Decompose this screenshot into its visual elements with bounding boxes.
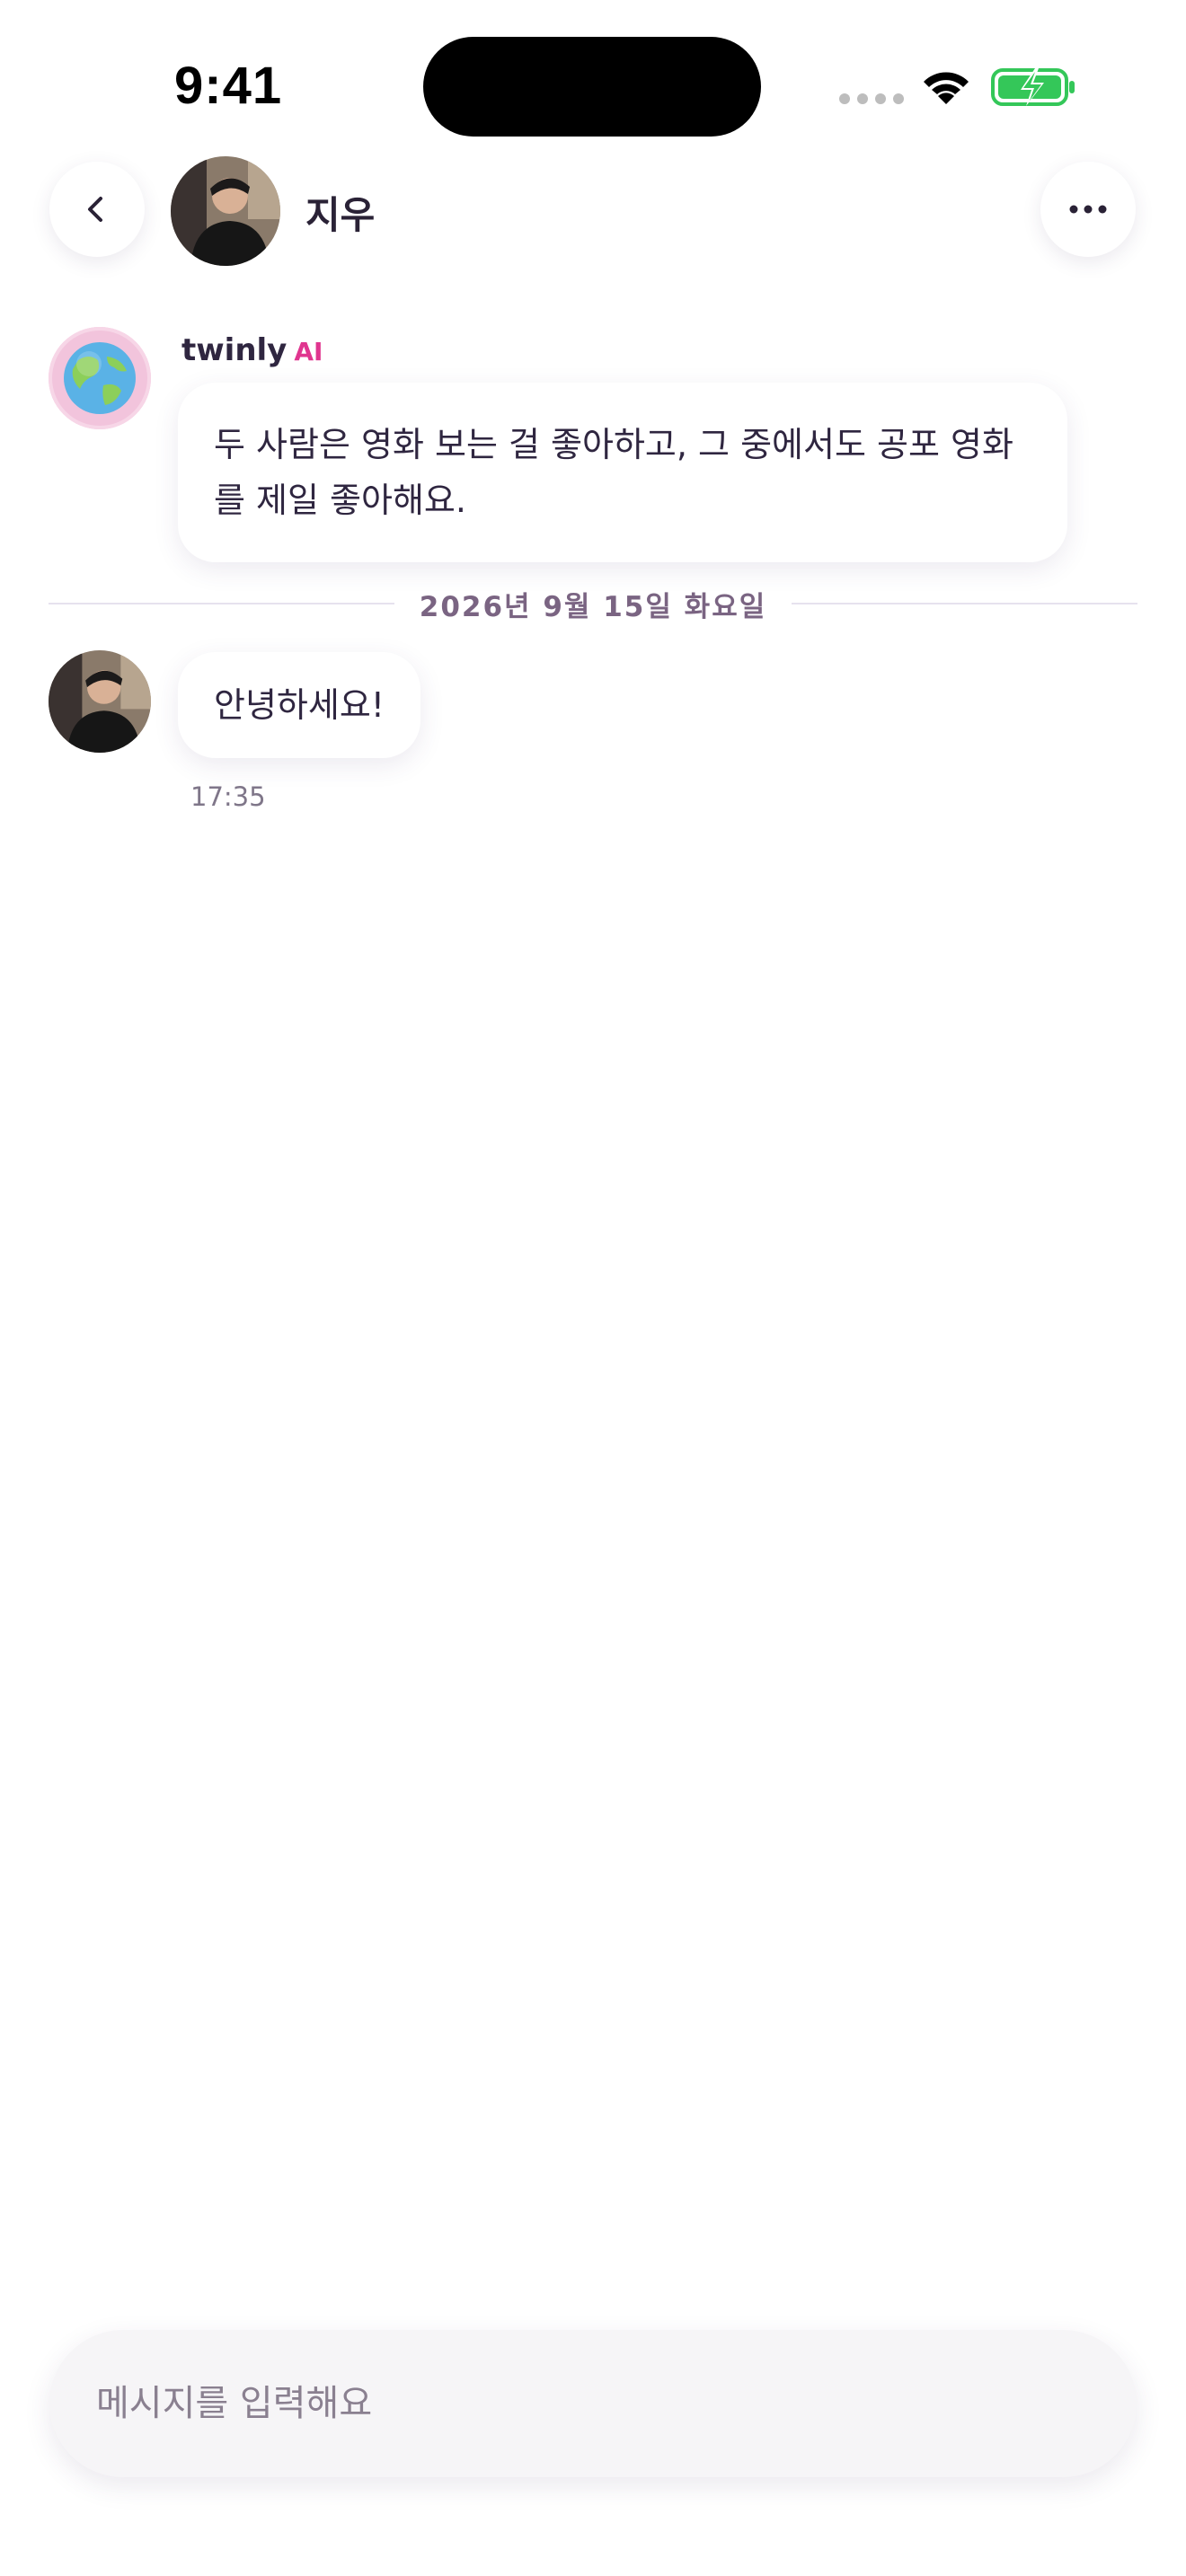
dynamic-island xyxy=(423,37,761,137)
message-bubble[interactable]: 안녕하세요! xyxy=(178,652,421,758)
date-divider: 2026년 9월 15일 화요일 xyxy=(49,586,1137,623)
ai-badge: AI xyxy=(294,337,323,366)
battery-charging-icon xyxy=(991,68,1075,106)
date-label: 2026년 9월 15일 화요일 xyxy=(419,590,767,623)
ai-sender-name: twinly AI xyxy=(181,332,323,368)
contact-avatar[interactable] xyxy=(171,156,280,266)
message-composer[interactable] xyxy=(49,2330,1137,2477)
contact-name[interactable]: 지우 xyxy=(305,185,375,240)
contact-avatar[interactable] xyxy=(49,650,151,753)
back-button[interactable] xyxy=(49,162,145,257)
status-bar: 9:41 xyxy=(0,0,1186,153)
ai-message-bubble[interactable]: 두 사람은 영화 보는 걸 좋아하고, 그 중에서도 공포 영화를 제일 좋아해… xyxy=(178,383,1067,562)
person-photo-icon xyxy=(49,650,151,753)
chat-header: 지우 xyxy=(0,156,1186,266)
more-options-button[interactable] xyxy=(1040,162,1136,257)
divider-line xyxy=(792,603,1137,604)
divider-line xyxy=(49,603,394,604)
ai-avatar xyxy=(49,327,151,429)
message-timestamp: 17:35 xyxy=(190,781,266,812)
ellipsis-icon xyxy=(1069,205,1107,214)
globe-icon xyxy=(64,342,136,414)
cellular-signal-icon xyxy=(839,93,904,104)
wifi-icon xyxy=(924,72,969,104)
sender-label: twinly xyxy=(181,332,288,368)
message-input[interactable] xyxy=(96,2383,1137,2424)
status-time: 9:41 xyxy=(174,57,283,115)
person-photo-icon xyxy=(171,156,280,266)
chevron-left-icon xyxy=(88,197,102,222)
